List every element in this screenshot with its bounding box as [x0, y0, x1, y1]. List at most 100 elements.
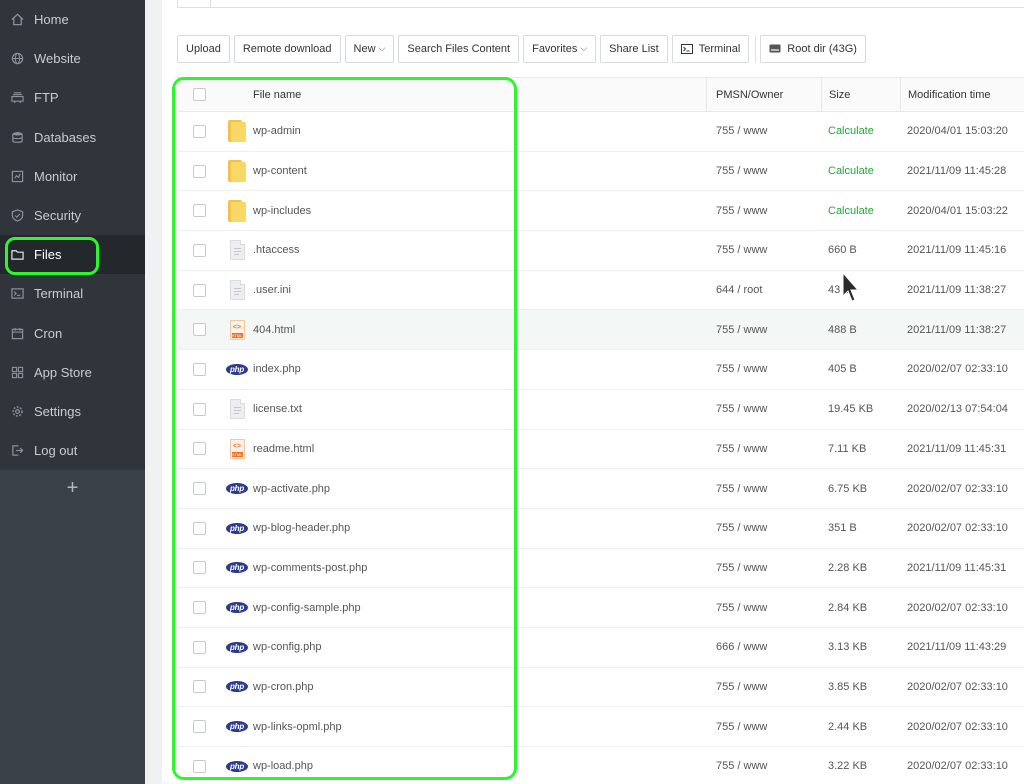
header-modification-time[interactable]: Modification time [900, 77, 1024, 112]
row-checkbox[interactable] [192, 362, 206, 376]
row-checkbox[interactable] [192, 323, 206, 337]
row-checkbox[interactable] [192, 720, 206, 734]
file-name[interactable]: wp-config-sample.php [253, 602, 706, 614]
table-row[interactable]: php wp-blog-header.php 755 / www 351 B 2020/… [177, 509, 1024, 549]
row-checkbox[interactable] [192, 482, 206, 496]
table-row[interactable]: php wp-config-sample.php 755 / www 2.84 KB 2… [177, 588, 1024, 628]
row-checkbox[interactable] [192, 283, 206, 297]
file-permission[interactable]: 755 / www [706, 443, 821, 455]
file-size[interactable]: Calculate [821, 205, 900, 217]
file-permission[interactable]: 755 / www [706, 324, 821, 336]
file-name[interactable]: wp-blog-header.php [253, 522, 706, 534]
row-checkbox[interactable] [192, 759, 206, 773]
share-list-button[interactable]: Share List [600, 34, 668, 63]
terminal-button[interactable]: Terminal [671, 34, 750, 63]
search-files-content-button[interactable]: Search Files Content [398, 34, 520, 63]
sidebar-item-log-out[interactable]: Log out [0, 431, 145, 470]
row-checkbox[interactable] [192, 402, 206, 416]
table-row[interactable]: license.txt 755 / www 19.45 KB 2020/02/13 0… [177, 390, 1024, 430]
sidebar-item-website[interactable]: Website [0, 39, 145, 78]
table-row[interactable]: wp-admin 755 / www Calculate 2020/04/01 15:… [177, 112, 1024, 152]
file-name[interactable]: wp-links-opml.php [253, 721, 706, 733]
new-button[interactable]: New ⌵ [344, 34, 395, 63]
file-permission[interactable]: 755 / www [706, 562, 821, 574]
table-row[interactable]: php wp-config.php 666 / www 3.13 KB 2021/11/… [177, 628, 1024, 668]
file-permission[interactable]: 755 / www [706, 165, 821, 177]
sidebar-item-databases[interactable]: Databases [0, 118, 145, 157]
table-row[interactable]: .user.ini 644 / root 43 B 2021/11/09 11:38:… [177, 271, 1024, 311]
table-row[interactable]: php index.php 755 / www 405 B 2020/02/07 02:… [177, 350, 1024, 390]
row-checkbox[interactable] [192, 204, 206, 218]
remote-download-button[interactable]: Remote download [233, 34, 341, 63]
table-row[interactable]: wp-content 755 / www Calculate 2021/11/09 1… [177, 152, 1024, 192]
row-checkbox[interactable] [192, 680, 206, 694]
upload-button[interactable]: Upload [177, 34, 230, 63]
file-name[interactable]: wp-admin [253, 125, 706, 137]
row-checkbox[interactable] [192, 243, 206, 257]
header-file-name[interactable]: File name [253, 89, 706, 101]
table-row[interactable]: php wp-comments-post.php 755 / www 2.28 KB 2… [177, 549, 1024, 589]
table-row[interactable]: php wp-cron.php 755 / www 3.85 KB 2020/02/07… [177, 668, 1024, 708]
file-permission[interactable]: 755 / www [706, 602, 821, 614]
select-all-checkbox[interactable] [192, 88, 206, 101]
table-row[interactable]: php wp-links-opml.php 755 / www 2.44 KB 2020… [177, 707, 1024, 747]
sidebar-item-cron[interactable]: Cron [0, 314, 145, 353]
row-checkbox[interactable] [192, 442, 206, 456]
file-permission[interactable]: 644 / root [706, 284, 821, 296]
file-name[interactable]: 404.html [253, 324, 706, 336]
root-dir-button[interactable]: Root dir (43G) [760, 34, 866, 63]
file-permission[interactable]: 755 / www [706, 760, 821, 772]
back-tab[interactable] [177, 0, 211, 8]
file-permission[interactable]: 755 / www [706, 363, 821, 375]
file-size[interactable]: Calculate [821, 125, 900, 137]
table-row[interactable]: wp-includes 755 / www Calculate 2020/04/01 … [177, 191, 1024, 232]
table-row[interactable]: php wp-activate.php 755 / www 6.75 KB 2020/0… [177, 469, 1024, 509]
table-row[interactable]: php wp-load.php 755 / www 3.22 KB 2020/02/07… [177, 747, 1024, 784]
add-menu-button[interactable]: + [0, 470, 145, 506]
header-permission[interactable]: PMSN/Owner [706, 77, 821, 112]
favorites-button[interactable]: Favorites ⌵ [523, 34, 597, 63]
file-permission[interactable]: 755 / www [706, 205, 821, 217]
row-checkbox[interactable] [192, 521, 206, 535]
file-name[interactable]: index.php [253, 363, 706, 375]
row-checkbox[interactable] [192, 640, 206, 654]
file-name[interactable]: wp-content [253, 165, 706, 177]
sidebar-item-app-store[interactable]: App Store [0, 353, 145, 392]
row-checkbox[interactable] [192, 164, 206, 178]
file-name[interactable]: wp-cron.php [253, 681, 706, 693]
file-name[interactable]: .user.ini [253, 284, 706, 296]
file-name[interactable]: .htaccess [253, 244, 706, 256]
sidebar-item-security[interactable]: Security [0, 196, 145, 235]
table-row[interactable]: .htaccess 755 / www 660 B 2021/11/09 11:45:… [177, 231, 1024, 271]
sidebar-item-home[interactable]: Home [0, 0, 145, 39]
header-size[interactable]: Size [821, 77, 900, 112]
file-permission[interactable]: 755 / www [706, 403, 821, 415]
file-name[interactable]: wp-includes [253, 205, 706, 217]
row-checkbox[interactable] [192, 124, 206, 138]
file-name[interactable]: license.txt [253, 403, 706, 415]
file-permission[interactable]: 755 / www [706, 125, 821, 137]
sidebar-item-monitor[interactable]: Monitor [0, 157, 145, 196]
terminal-icon [10, 287, 24, 301]
table-row[interactable]: <> HTML readme.html 755 / www 7.11 KB 2021/11… [177, 430, 1024, 470]
file-permission[interactable]: 755 / www [706, 721, 821, 733]
table-row[interactable]: <> HTML 404.html 755 / www 488 B 2021/11/09 1… [177, 310, 1024, 351]
file-permission[interactable]: 755 / www [706, 522, 821, 534]
file-permission[interactable]: 755 / www [706, 483, 821, 495]
file-name[interactable]: wp-config.php [253, 641, 706, 653]
sidebar-item-settings[interactable]: Settings [0, 392, 145, 431]
file-permission[interactable]: 666 / www [706, 641, 821, 653]
file-permission[interactable]: 755 / www [706, 681, 821, 693]
file-name[interactable]: wp-activate.php [253, 483, 706, 495]
row-checkbox[interactable] [192, 601, 206, 615]
file-name[interactable]: readme.html [253, 443, 706, 455]
file-name[interactable]: wp-comments-post.php [253, 562, 706, 574]
row-checkbox[interactable] [192, 561, 206, 575]
file-permission[interactable]: 755 / www [706, 244, 821, 256]
sidebar-item-ftp[interactable]: FTP [0, 78, 145, 117]
file-size[interactable]: Calculate [821, 165, 900, 177]
sidebar-item-files[interactable]: Files [0, 235, 145, 275]
chevron-down-icon: ⌵ [580, 43, 588, 53]
sidebar-item-terminal[interactable]: Terminal [0, 274, 145, 313]
file-name[interactable]: wp-load.php [253, 760, 706, 772]
